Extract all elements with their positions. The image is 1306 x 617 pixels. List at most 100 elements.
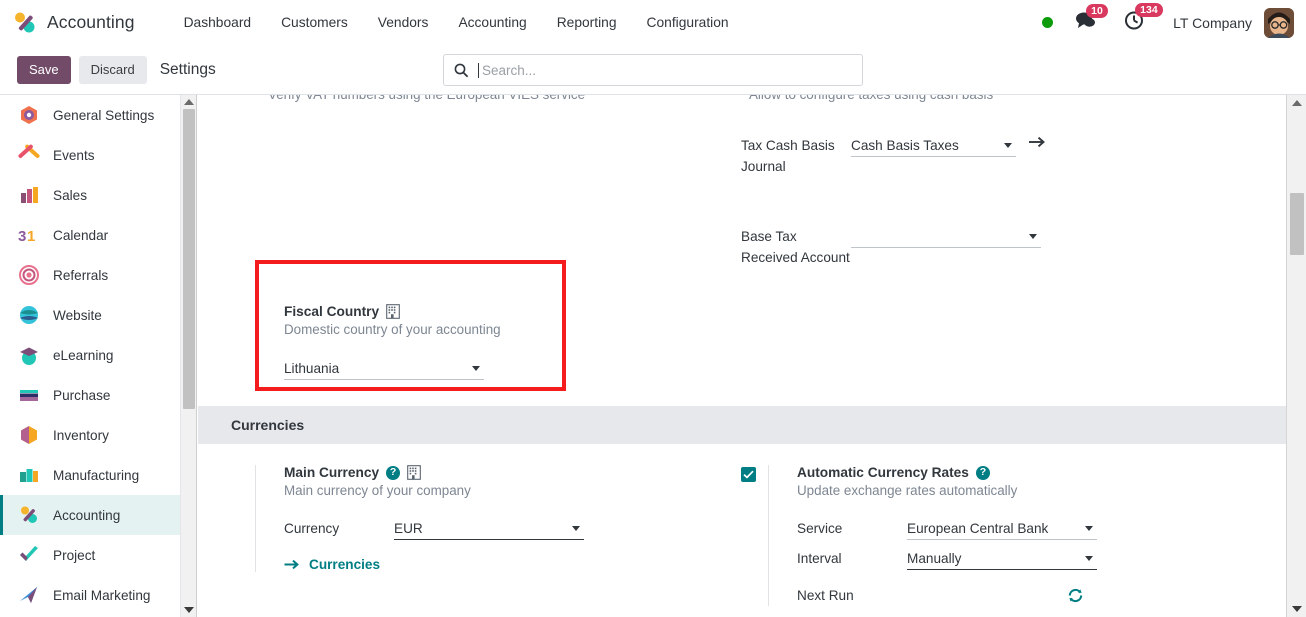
- tax-cash-basis-journal-label: Tax Cash Basis Journal: [741, 138, 835, 174]
- sales-app-icon: [18, 184, 40, 206]
- currency-select[interactable]: EUR: [394, 518, 584, 540]
- arrow-right-icon: [1029, 136, 1045, 148]
- referrals-app-icon: [18, 264, 40, 286]
- activities-button[interactable]: 134: [1124, 2, 1163, 36]
- interval-value: Manually: [907, 551, 962, 566]
- chevron-down-icon: [1085, 556, 1093, 561]
- fiscal-country-select[interactable]: Lithuania: [284, 358, 484, 380]
- page-scroll-thumb[interactable]: [1290, 193, 1304, 255]
- sidebar-item-label: Purchase: [53, 387, 111, 403]
- question-mark-icon[interactable]: ?: [386, 465, 401, 480]
- fiscal-country-title-row: Fiscal Country: [284, 304, 725, 319]
- odoo-accounting-settings-page: Accounting Dashboard Customers Vendors A…: [0, 0, 1306, 617]
- nav-item-accounting[interactable]: Accounting: [443, 15, 541, 30]
- nav-item-dashboard[interactable]: Dashboard: [169, 15, 267, 30]
- main-currency-setting: Main Currency ? Main currency of your co…: [255, 465, 725, 572]
- accounting-app-icon: [18, 504, 40, 526]
- sidebar-item-referrals[interactable]: Referrals: [0, 255, 180, 295]
- base-tax-received-account-select[interactable]: [851, 226, 1041, 248]
- chevron-down-icon: [1029, 234, 1037, 239]
- purchase-app-icon: [18, 384, 40, 406]
- sidebar-item-project[interactable]: Project: [0, 535, 180, 575]
- main-currency-label: Main Currency: [284, 465, 380, 480]
- automatic-currency-rates-description: Update exchange rates automatically: [797, 483, 1018, 498]
- page-scrollbar[interactable]: [1286, 95, 1306, 617]
- sidebar-item-label: General Settings: [53, 107, 155, 123]
- brand-home-link[interactable]: Accounting: [0, 10, 135, 36]
- nav-item-vendors[interactable]: Vendors: [363, 15, 444, 30]
- next-run-refresh-button[interactable]: [907, 587, 1097, 604]
- service-value: European Central Bank: [907, 521, 1049, 536]
- automatic-currency-rates-title-row: Automatic Currency Rates ?: [797, 465, 1241, 480]
- messages-button[interactable]: 10: [1075, 3, 1108, 35]
- sidebar-item-sales[interactable]: Sales: [0, 175, 180, 215]
- company-name[interactable]: LT Company: [1173, 15, 1252, 31]
- accounting-app-logo-icon: [12, 10, 38, 36]
- discard-button[interactable]: Discard: [78, 56, 147, 84]
- user-avatar[interactable]: [1264, 7, 1294, 38]
- manufacturing-app-icon: [18, 464, 40, 486]
- sidebar-item-elearning[interactable]: eLearning: [0, 335, 180, 375]
- automatic-currency-rates-label: Automatic Currency Rates: [797, 465, 969, 480]
- inventory-app-icon: [18, 424, 40, 446]
- arrow-right-icon: [284, 559, 299, 570]
- sidebar-item-calendar[interactable]: 3 1 Calendar: [0, 215, 180, 255]
- tax-cash-basis-journal-select[interactable]: Cash Basis Taxes: [851, 135, 1016, 157]
- sidebar-item-accounting[interactable]: Accounting: [0, 495, 180, 535]
- page-scroll-up-icon[interactable]: [1287, 95, 1306, 111]
- sidebar-item-email-marketing[interactable]: Email Marketing: [0, 575, 180, 615]
- sidebar-scroll-up-icon[interactable]: [181, 95, 197, 109]
- fiscal-country-setting: Fiscal Country Domestic country of your …: [255, 304, 725, 380]
- fiscal-country-description: Domestic country of your accounting: [284, 322, 501, 337]
- cutoff-descriptions-row: Verify VAT numbers using the European VI…: [198, 95, 1286, 113]
- sidebar-scrollbar[interactable]: [181, 95, 197, 617]
- service-select[interactable]: European Central Bank: [907, 518, 1097, 540]
- presence-status-dot: [1042, 17, 1054, 28]
- email-marketing-app-icon: [18, 584, 40, 606]
- sidebar-item-label: Project: [53, 547, 96, 563]
- messages-badge-count: 10: [1086, 3, 1108, 19]
- question-mark-icon[interactable]: ?: [975, 465, 990, 480]
- apps-sidebar: General Settings Events Sales 3 1 Calend…: [0, 95, 181, 617]
- svg-text:1: 1: [27, 228, 35, 245]
- search-placeholder: Search...: [482, 62, 537, 78]
- sidebar-item-manufacturing[interactable]: Manufacturing: [0, 455, 180, 495]
- sidebar-item-purchase[interactable]: Purchase: [0, 375, 180, 415]
- tax-cash-basis-journal-internal-link[interactable]: [1028, 135, 1046, 149]
- activities-badge-count: 134: [1135, 2, 1163, 18]
- save-button[interactable]: Save: [17, 56, 71, 84]
- refresh-icon: [1068, 588, 1083, 603]
- sidebar-scroll-thumb[interactable]: [183, 109, 195, 409]
- sidebar-item-label: Sales: [53, 187, 88, 203]
- svg-text:3: 3: [18, 228, 26, 245]
- fiscal-country-label: Fiscal Country: [284, 304, 380, 319]
- currencies-section-header: Currencies: [198, 406, 1286, 444]
- checkmark-icon: [743, 470, 754, 479]
- events-app-icon: [18, 144, 40, 166]
- interval-select[interactable]: Manually: [907, 548, 1097, 570]
- search-input[interactable]: Search...: [443, 54, 863, 86]
- currencies-link[interactable]: Currencies: [284, 557, 725, 572]
- search-text-caret: [478, 62, 479, 78]
- sidebar-item-general-settings[interactable]: General Settings: [0, 95, 180, 135]
- settings-content: Verify VAT numbers using the European VI…: [198, 95, 1286, 617]
- page-scroll-down-icon[interactable]: [1287, 601, 1306, 617]
- nav-item-reporting[interactable]: Reporting: [542, 15, 632, 30]
- navbar-right-tools: 10 134 LT Company: [1042, 2, 1306, 38]
- sidebar-scroll-down-icon[interactable]: [181, 603, 197, 617]
- project-app-icon: [18, 544, 40, 566]
- sidebar-item-inventory[interactable]: Inventory: [0, 415, 180, 455]
- automatic-currency-rates-checkbox[interactable]: [741, 467, 756, 482]
- nav-item-configuration[interactable]: Configuration: [632, 15, 744, 30]
- sidebar-item-website[interactable]: Website: [0, 295, 180, 335]
- currencies-link-label: Currencies: [309, 557, 381, 572]
- sidebar-item-events[interactable]: Events: [0, 135, 180, 175]
- elearning-app-icon: [18, 344, 40, 366]
- currency-field-label: Currency: [284, 521, 340, 536]
- website-app-icon: [18, 304, 40, 326]
- vies-description-cutoff: Verify VAT numbers using the European VI…: [268, 95, 585, 102]
- nav-item-customers[interactable]: Customers: [266, 15, 363, 30]
- taxes-settings-block: Tax Cash Basis Journal Cash Basis Taxes: [198, 113, 1286, 403]
- brand-name: Accounting: [47, 12, 135, 32]
- sidebar-item-label: Calendar: [53, 227, 109, 243]
